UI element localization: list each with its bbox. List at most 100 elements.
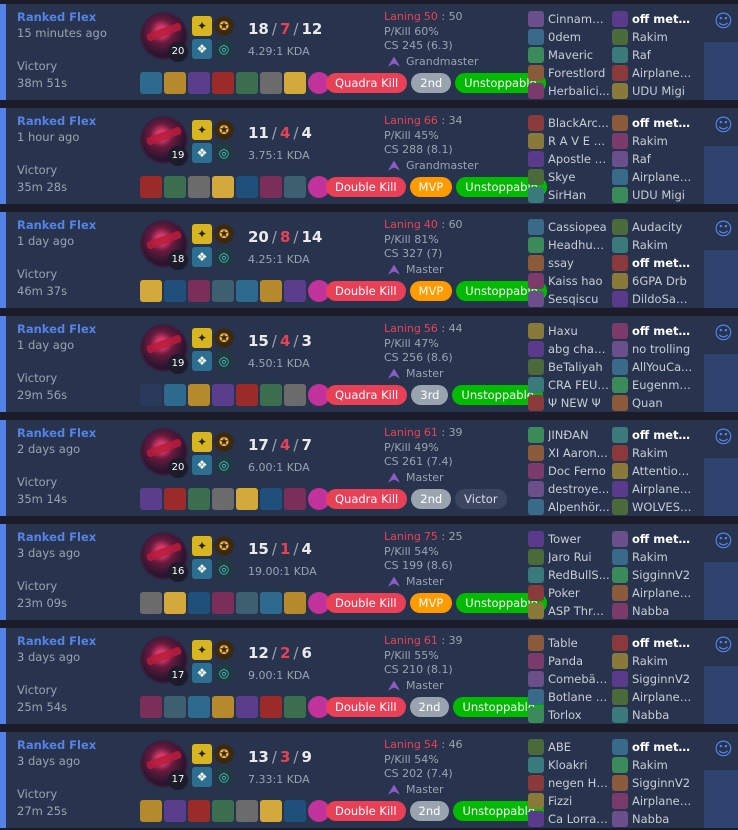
flash-icon[interactable]: ✦ bbox=[192, 120, 212, 140]
player-name[interactable]: destroye... bbox=[548, 482, 609, 496]
expand-button[interactable]: ⌄ bbox=[704, 250, 738, 324]
expand-button[interactable]: ⌄ bbox=[704, 666, 738, 740]
player-name[interactable]: SigginnV2 bbox=[632, 568, 690, 582]
player-entry[interactable]: SigginnV2 bbox=[612, 774, 696, 792]
player-name[interactable]: Table bbox=[548, 636, 578, 650]
player-name[interactable]: Rakim bbox=[632, 238, 668, 252]
player-name[interactable]: Maveric bbox=[548, 48, 593, 62]
player-name[interactable]: UDU Migi bbox=[632, 84, 685, 98]
player-entry[interactable]: Maveric bbox=[528, 46, 612, 64]
player-entry[interactable]: Airplane ... bbox=[612, 584, 696, 602]
detail-button[interactable]: ☺ bbox=[704, 212, 738, 250]
player-name[interactable]: off meta ... bbox=[632, 116, 694, 130]
match-row[interactable]: Ranked Flex 1 day ago Victory 29m 56s 19… bbox=[0, 316, 738, 428]
item-slot-icon[interactable] bbox=[140, 800, 162, 822]
player-name[interactable]: BlackArc... bbox=[548, 116, 609, 130]
player-entry[interactable]: SirHan bbox=[528, 186, 612, 204]
player-name[interactable]: CRA FEU ... bbox=[548, 378, 610, 392]
player-name[interactable]: ssay bbox=[548, 256, 574, 270]
secondary-rune-icon[interactable]: ◎ bbox=[214, 767, 234, 787]
expand-button[interactable]: ⌄ bbox=[704, 458, 738, 532]
item-slot-icon[interactable] bbox=[236, 72, 258, 94]
expand-button[interactable]: ⌄ bbox=[704, 146, 738, 220]
player-entry[interactable]: Ψ NEW Ψ bbox=[528, 394, 612, 412]
player-entry[interactable]: Rakim bbox=[612, 444, 696, 462]
keystone-rune-icon[interactable]: ✪ bbox=[214, 432, 234, 452]
player-name[interactable]: Rakim bbox=[632, 134, 668, 148]
player-name[interactable]: Nabba bbox=[632, 812, 669, 826]
player-name[interactable]: Kaiss hao bbox=[548, 274, 603, 288]
player-entry[interactable]: Herbalici... bbox=[528, 82, 612, 100]
player-entry[interactable]: Quan bbox=[612, 394, 696, 412]
item-slot-icon[interactable] bbox=[284, 800, 306, 822]
player-entry[interactable]: R A V E L ... bbox=[528, 132, 612, 150]
keystone-rune-icon[interactable]: ✪ bbox=[214, 328, 234, 348]
item-slot-icon[interactable] bbox=[140, 384, 162, 406]
player-entry[interactable]: WOLVES ... bbox=[612, 498, 696, 516]
player-entry[interactable]: Table bbox=[528, 634, 612, 652]
player-entry[interactable]: Nabba bbox=[612, 602, 696, 620]
ghost-icon[interactable]: ❖ bbox=[192, 351, 212, 371]
item-slot-icon[interactable] bbox=[284, 488, 306, 510]
ghost-icon[interactable]: ❖ bbox=[192, 663, 212, 683]
player-name[interactable]: Poker bbox=[548, 586, 580, 600]
player-entry[interactable]: 0dem bbox=[528, 28, 612, 46]
item-slot-icon[interactable] bbox=[236, 280, 258, 302]
player-entry[interactable]: Doc Ferno bbox=[528, 462, 612, 480]
player-entry[interactable]: Raf bbox=[612, 46, 696, 64]
player-name[interactable]: Ψ NEW Ψ bbox=[548, 396, 601, 410]
player-name[interactable]: Jaro Rui bbox=[548, 550, 592, 564]
match-row[interactable]: Ranked Flex 1 day ago Victory 46m 37s 18… bbox=[0, 212, 738, 324]
player-entry[interactable]: Rakim bbox=[612, 548, 696, 566]
player-entry[interactable]: off meta ... bbox=[612, 114, 696, 132]
player-name[interactable]: WOLVES ... bbox=[632, 500, 694, 514]
flash-icon[interactable]: ✦ bbox=[192, 536, 212, 556]
player-name[interactable]: off meta ... bbox=[632, 324, 694, 338]
player-entry[interactable]: BeTaliyah bbox=[528, 358, 612, 376]
player-name[interactable]: Forestlord bbox=[548, 66, 605, 80]
player-entry[interactable]: Cinnamor... bbox=[528, 10, 612, 28]
player-entry[interactable]: RedBullS... bbox=[528, 566, 612, 584]
player-entry[interactable]: abg chaser bbox=[528, 340, 612, 358]
player-entry[interactable]: Attention... bbox=[612, 462, 696, 480]
player-name[interactable]: ASP Thre... bbox=[548, 604, 610, 618]
secondary-rune-icon[interactable]: ◎ bbox=[214, 351, 234, 371]
player-entry[interactable]: Eugenms... bbox=[612, 376, 696, 394]
player-name[interactable]: BeTaliyah bbox=[548, 360, 603, 374]
player-entry[interactable]: off meta ... bbox=[612, 254, 696, 272]
player-name[interactable]: Rakim bbox=[632, 654, 668, 668]
player-entry[interactable]: Rakim bbox=[612, 236, 696, 254]
item-slot-icon[interactable] bbox=[164, 72, 186, 94]
player-entry[interactable]: SigginnV2 bbox=[612, 670, 696, 688]
player-entry[interactable]: Sesqiscu bbox=[528, 290, 612, 308]
player-entry[interactable]: off meta ... bbox=[612, 738, 696, 756]
player-entry[interactable]: Rakim bbox=[612, 132, 696, 150]
player-name[interactable]: Nabba bbox=[632, 708, 669, 722]
item-slot-icon[interactable] bbox=[140, 280, 162, 302]
item-slot-icon[interactable] bbox=[284, 384, 306, 406]
secondary-rune-icon[interactable]: ◎ bbox=[214, 143, 234, 163]
ghost-icon[interactable]: ❖ bbox=[192, 247, 212, 267]
player-entry[interactable]: Torlox bbox=[528, 706, 612, 724]
player-name[interactable]: SigginnV2 bbox=[632, 672, 690, 686]
player-name[interactable]: Airplane ... bbox=[632, 794, 694, 808]
item-slot-icon[interactable] bbox=[260, 72, 282, 94]
item-slot-icon[interactable] bbox=[188, 800, 210, 822]
keystone-rune-icon[interactable]: ✪ bbox=[214, 640, 234, 660]
player-name[interactable]: Skye bbox=[548, 170, 575, 184]
match-row[interactable]: Ranked Flex 1 hour ago Victory 35m 28s 1… bbox=[0, 108, 738, 220]
item-slot-icon[interactable] bbox=[260, 488, 282, 510]
item-slot-icon[interactable] bbox=[260, 696, 282, 718]
player-entry[interactable]: Airplane ... bbox=[612, 688, 696, 706]
item-slot-icon[interactable] bbox=[236, 384, 258, 406]
item-slot-icon[interactable] bbox=[236, 592, 258, 614]
player-name[interactable]: Botlane R... bbox=[548, 690, 610, 704]
item-slot-icon[interactable] bbox=[140, 592, 162, 614]
player-name[interactable]: Haxu bbox=[548, 324, 578, 338]
player-entry[interactable]: Ca Lorrai... bbox=[528, 810, 612, 828]
player-name[interactable]: Raf bbox=[632, 48, 651, 62]
player-name[interactable]: DildoSau... bbox=[632, 292, 694, 306]
item-slot-icon[interactable] bbox=[212, 592, 234, 614]
player-entry[interactable]: XI Aaron... bbox=[528, 444, 612, 462]
player-entry[interactable]: off meta ... bbox=[612, 530, 696, 548]
